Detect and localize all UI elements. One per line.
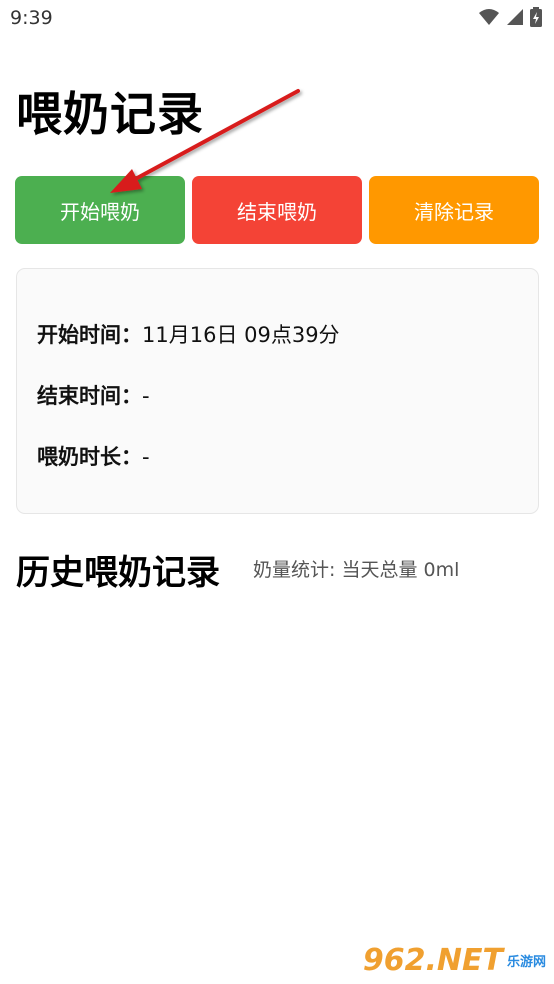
start-time-label: 开始时间：	[37, 323, 142, 347]
current-record-card: 开始时间：11月16日 09点39分 结束时间：- 喂奶时长：-	[16, 268, 539, 514]
start-time-row: 开始时间：11月16日 09点39分	[37, 319, 340, 349]
status-bar: 9:39	[0, 0, 554, 38]
history-title: 历史喂奶记录	[16, 553, 220, 593]
status-icons	[478, 7, 542, 27]
watermark-sub: 乐游网	[506, 955, 546, 970]
end-feeding-button[interactable]: 结束喂奶	[192, 176, 362, 244]
end-time-value: -	[142, 384, 150, 408]
start-time-value: 11月16日 09点39分	[142, 323, 340, 347]
daily-stats: 奶量统计: 当天总量 0ml	[253, 559, 460, 581]
clear-records-button[interactable]: 清除记录	[369, 176, 539, 244]
wifi-icon	[479, 9, 499, 25]
signal-icon	[507, 9, 523, 25]
duration-row: 喂奶时长：-	[37, 441, 150, 471]
start-feeding-button[interactable]: 开始喂奶	[15, 176, 185, 244]
battery-icon	[530, 7, 542, 27]
page-title: 喂奶记录	[16, 87, 204, 141]
duration-value: -	[142, 445, 150, 469]
watermark-logo: 962.NET	[362, 943, 503, 978]
site-watermark: 962.NET 乐游网	[363, 943, 546, 978]
end-time-row: 结束时间：-	[37, 380, 150, 410]
status-time: 9:39	[10, 7, 53, 29]
end-time-label: 结束时间：	[37, 384, 142, 408]
action-button-row: 开始喂奶 结束喂奶 清除记录	[15, 176, 539, 244]
duration-label: 喂奶时长：	[37, 445, 142, 469]
